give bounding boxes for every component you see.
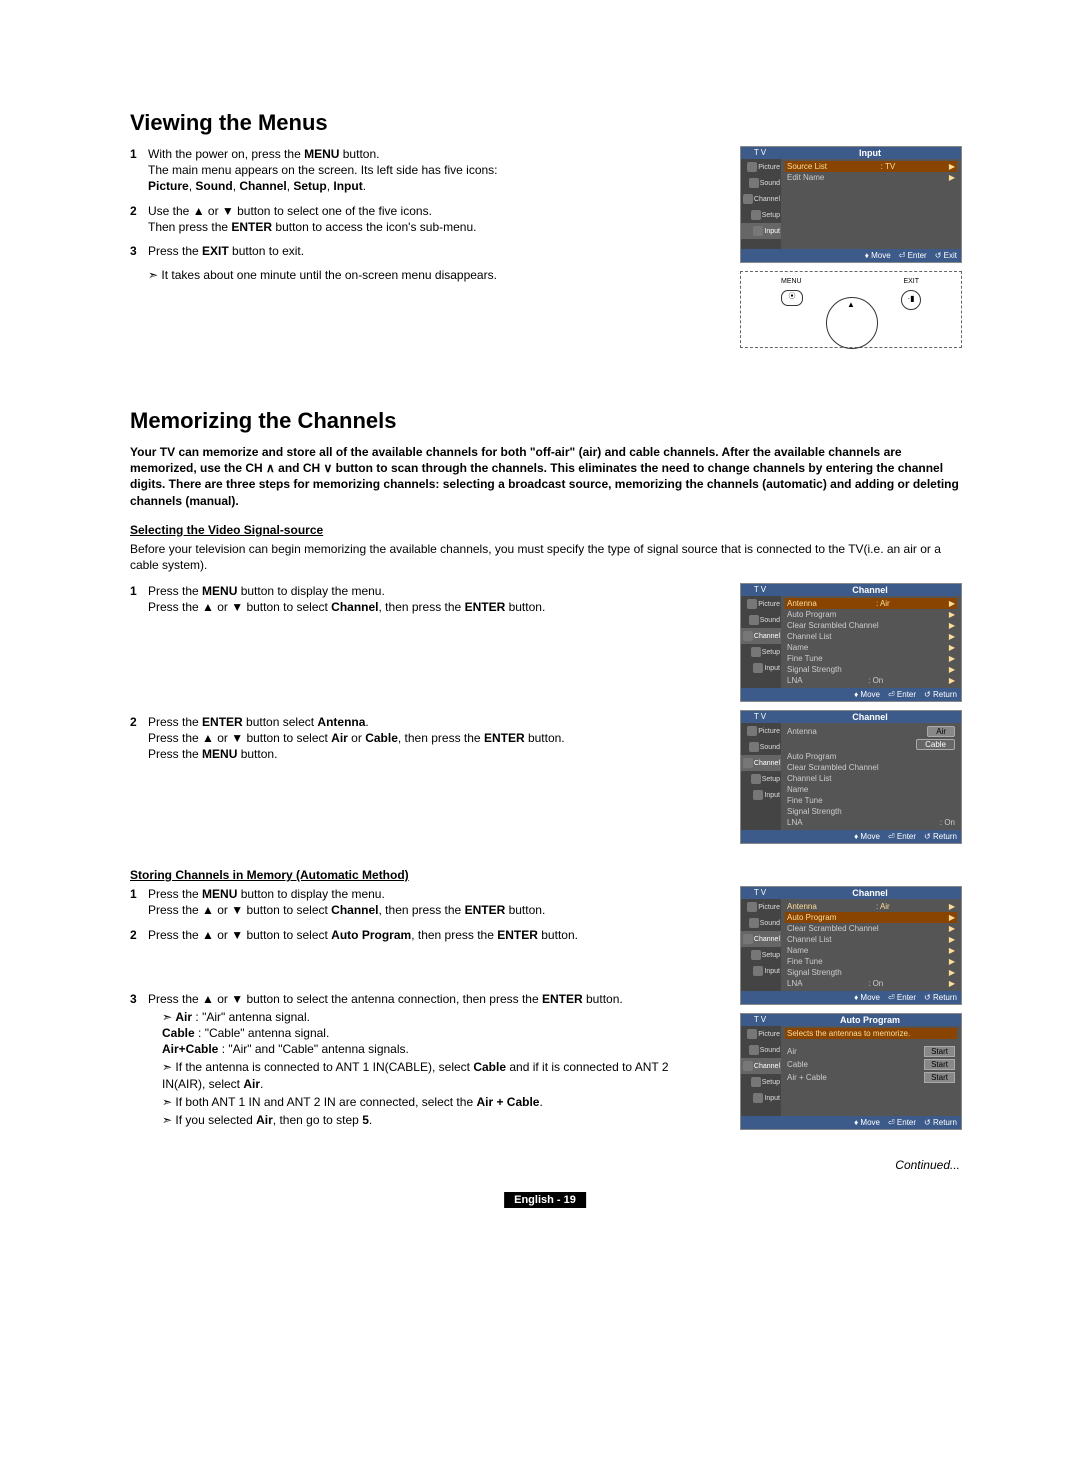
continued-label: Continued... xyxy=(130,1158,960,1172)
page-number: English - 19 xyxy=(504,1192,586,1208)
osd-channel-2: T VChannel Picture Sound Channel Setup I… xyxy=(740,710,962,844)
selecting-desc: Before your television can begin memoriz… xyxy=(130,541,960,573)
sel-step1: 1 Press the MENU button to display the m… xyxy=(130,583,715,615)
remote-menu-button: ⦿ xyxy=(781,290,803,306)
osd-side-picture: Picture xyxy=(741,159,781,175)
subhead-selecting: Selecting the Video Signal-source xyxy=(130,523,960,537)
osd-side-input: Input xyxy=(741,223,781,239)
osd-autoprogram: T VAuto Program Picture Sound Channel Se… xyxy=(740,1013,962,1130)
auto-step2: 2 Press the ▲ or ▼ button to select Auto… xyxy=(130,927,715,943)
s1-step2: 2 Use the ▲ or ▼ button to select one of… xyxy=(130,203,715,235)
osd-input: T V Input Picture Sound Channel Setup In… xyxy=(740,146,962,263)
remote-exit-button: ·▮ xyxy=(901,290,921,310)
heading-memorizing: Memorizing the Channels xyxy=(130,408,960,434)
auto-step1: 1 Press the MENU button to display the m… xyxy=(130,886,715,918)
osd-side-setup: Setup xyxy=(741,207,781,223)
heading-viewing: Viewing the Menus xyxy=(130,110,960,136)
osd-side-sound: Sound xyxy=(741,175,781,191)
osd-channel-3: T VChannel Picture Sound Channel Setup I… xyxy=(740,886,962,1005)
subhead-storing: Storing Channels in Memory (Automatic Me… xyxy=(130,868,960,882)
memorizing-intro: Your TV can memorize and store all of th… xyxy=(130,444,960,509)
osd-side-channel: Channel xyxy=(741,191,781,207)
s1-note: It takes about one minute until the on-s… xyxy=(148,267,715,283)
auto-step3: 3 Press the ▲ or ▼ button to select the … xyxy=(130,991,715,1131)
remote-dpad xyxy=(826,297,878,349)
osd-channel-1: T VChannel Picture Sound Channel Setup I… xyxy=(740,583,962,702)
s1-step3: 3 Press the EXIT button to exit. xyxy=(130,243,715,259)
sel-step2: 2 Press the ENTER button select Antenna.… xyxy=(130,714,715,763)
s1-step1: 1 With the power on, press the MENU butt… xyxy=(130,146,715,195)
remote-diagram: MENU ⦿ EXIT ·▮ xyxy=(740,271,962,348)
